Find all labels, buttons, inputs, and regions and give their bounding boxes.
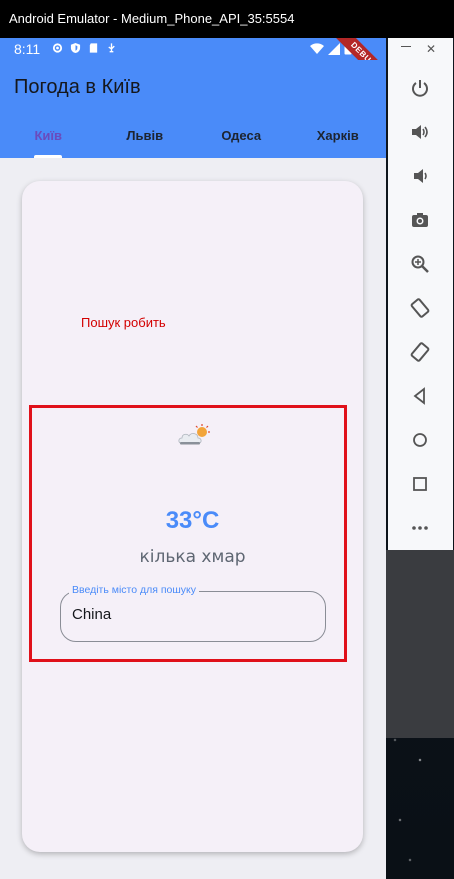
home-button[interactable] [407, 427, 433, 453]
rotate-left-button[interactable] [407, 295, 433, 321]
back-button[interactable] [407, 383, 433, 409]
usb-debug-icon [108, 43, 115, 53]
tab-kyiv[interactable]: Київ [0, 114, 97, 158]
app-bar: Погода в Київ Київ Львів Одеса Харків [0, 60, 386, 158]
emulator-toolbar: ✕ [388, 38, 453, 550]
sd-card-icon [89, 43, 98, 53]
volume-up-icon [412, 125, 428, 139]
status-bar: 8:11 DEBUG [0, 38, 386, 92]
minimize-button[interactable] [401, 46, 411, 47]
volume-up-button[interactable] [407, 119, 433, 145]
overview-icon [413, 477, 427, 491]
weather-card: Пошук робить 33°C кілька хмар Введіть мі… [22, 181, 363, 852]
tab-odesa[interactable]: Одеса [193, 114, 290, 158]
camera-icon [412, 213, 428, 227]
page-title: Погода в Київ [14, 76, 141, 98]
signal-icon [328, 42, 340, 55]
city-search-label: Введіть місто для пошуку [69, 584, 199, 596]
shield-icon [70, 42, 81, 54]
sun-behind-cloud-icon [178, 424, 210, 445]
rotate-right-icon [410, 342, 430, 362]
overview-button[interactable] [407, 471, 433, 497]
power-icon [412, 80, 428, 97]
status-time: 8:11 [14, 41, 41, 57]
more-button[interactable] [407, 515, 433, 541]
city-search-input[interactable] [72, 606, 312, 623]
emulator-side-panel [386, 550, 454, 738]
more-icon [412, 526, 428, 530]
volume-down-icon [414, 169, 427, 183]
zoom-icon [411, 255, 429, 273]
screenshot-button[interactable] [407, 207, 433, 233]
power-button[interactable] [407, 75, 433, 101]
rotate-right-button[interactable] [407, 339, 433, 365]
window-titlebar: Android Emulator - Medium_Phone_API_35:5… [0, 0, 454, 38]
tab-kharkiv[interactable]: Харків [290, 114, 387, 158]
tab-lviv[interactable]: Львів [97, 114, 194, 158]
search-status-text: Пошук робить [81, 315, 166, 330]
rotate-left-icon [410, 298, 430, 318]
city-search-field[interactable]: Введіть місто для пошуку [60, 584, 326, 642]
home-icon [413, 433, 427, 447]
temperature-value: 33°C [165, 507, 220, 534]
wifi-icon [310, 42, 324, 54]
zoom-button[interactable] [407, 251, 433, 277]
phone-screen[interactable]: 8:11 DEBUG Погода в Київ Київ Львів Одес… [0, 38, 386, 879]
weather-description: кілька хмар [139, 547, 246, 567]
city-tabs: Київ Львів Одеса Харків [0, 114, 386, 158]
back-icon [413, 387, 425, 405]
settings-icon [52, 43, 63, 53]
close-button[interactable]: ✕ [426, 42, 436, 56]
volume-down-button[interactable] [407, 163, 433, 189]
window-title: Android Emulator - Medium_Phone_API_35:5… [9, 11, 295, 26]
